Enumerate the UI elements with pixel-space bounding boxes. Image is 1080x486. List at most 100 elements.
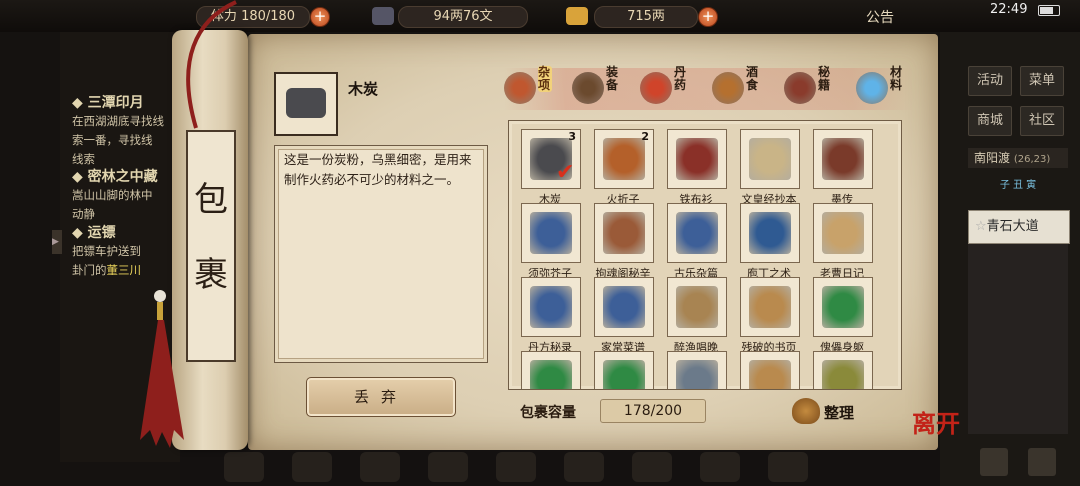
tab-label: 秘籍 (818, 65, 831, 92)
item-icon (822, 286, 864, 328)
item-icon (822, 360, 864, 389)
item-icon (603, 286, 645, 328)
location-coords: (26,23) (1013, 154, 1051, 165)
tab-5[interactable]: 材料 (856, 66, 920, 110)
tab-label: 丹药 (674, 65, 687, 92)
inventory-slot[interactable]: 2 (594, 129, 654, 189)
item-icon (822, 212, 864, 254)
inventory-slot[interactable] (594, 277, 654, 337)
shop-button[interactable]: 商城 (968, 106, 1012, 136)
category-icon (572, 72, 604, 104)
item-count: 3 (568, 130, 576, 143)
category-icon (856, 72, 888, 104)
charcoal-icon (286, 88, 326, 118)
activity-button[interactable]: 活动 (968, 66, 1012, 96)
menu-icon[interactable] (292, 452, 332, 482)
menu-icon[interactable] (768, 452, 808, 482)
item-icon (530, 360, 572, 389)
menu-icon[interactable] (428, 452, 468, 482)
inventory-slot[interactable] (813, 203, 873, 263)
category-icon (504, 72, 536, 104)
inventory-slot[interactable] (813, 277, 873, 337)
menu-button[interactable]: 菜单 (1020, 66, 1064, 96)
menu-icon[interactable] (224, 452, 264, 482)
tab-2[interactable]: 丹药 (640, 66, 704, 110)
item-count: 2 (641, 130, 649, 143)
item-icon (530, 286, 572, 328)
inventory-slot[interactable] (740, 129, 800, 189)
menu-icon[interactable] (496, 452, 536, 482)
add-gold-button[interactable]: + (698, 7, 718, 27)
inventory-slot[interactable] (521, 277, 581, 337)
item-icon (603, 138, 645, 180)
inventory-slot[interactable]: 3 ✔ (521, 129, 581, 189)
quest-panel-toggle[interactable]: ▶ (52, 230, 62, 254)
cord-icon (186, 0, 237, 129)
tab-label: 装备 (606, 65, 619, 92)
quest-title: ◆ 三潭印月 (72, 95, 144, 111)
inventory-slot[interactable] (521, 203, 581, 263)
item-icon (822, 138, 864, 180)
inventory-slot[interactable] (740, 351, 800, 389)
quest-item[interactable]: ◆ 运镖 把镖车护送到 卦门的董三川 (72, 222, 182, 280)
item-icon (749, 286, 791, 328)
inventory-slot[interactable] (594, 351, 654, 389)
quest-title: ◆ 运镖 (72, 225, 116, 241)
clock: 22:49 (990, 2, 1028, 17)
scroll-title-panel: 包 裹 (186, 130, 236, 362)
discard-button[interactable]: 丢弃 (306, 377, 456, 417)
item-icon (676, 138, 718, 180)
inventory-slot[interactable] (813, 351, 873, 389)
inventory-slot[interactable] (667, 351, 727, 389)
settings-icon[interactable] (1028, 448, 1056, 476)
community-button[interactable]: 社区 (1020, 106, 1064, 136)
item-icon (676, 212, 718, 254)
time-marker: 子 丑 寅 (999, 180, 1037, 191)
silver-value: 94两76文 (398, 6, 528, 28)
quest-desc: 把镖车护送到 卦门的董三川 (72, 244, 141, 277)
chat-icon[interactable] (980, 448, 1008, 476)
inventory-slot[interactable] (667, 203, 727, 263)
inventory-slot[interactable] (813, 129, 873, 189)
category-icon (712, 72, 744, 104)
gold-value: 715两 (594, 6, 698, 28)
inventory-slot[interactable] (740, 277, 800, 337)
menu-icon[interactable] (564, 452, 604, 482)
quest-item[interactable]: ◆ 三潭印月 在西湖湖底寻找线 索一番，寻找线 线索 (72, 92, 182, 169)
inventory-slot[interactable] (667, 129, 727, 189)
sort-button[interactable]: 整理 (824, 402, 854, 423)
game-logo: 离开 (912, 409, 960, 438)
tab-label: 杂项 (538, 65, 552, 92)
tab-0[interactable]: 杂项 (504, 66, 568, 110)
bag-icon[interactable] (792, 398, 820, 424)
quest-item[interactable]: ◆ 密林之中藏 嵩山山脚的林中 动静 (72, 166, 182, 224)
item-icon (749, 360, 791, 389)
category-icon (784, 72, 816, 104)
inventory-slot[interactable] (740, 203, 800, 263)
inventory-slot[interactable] (521, 351, 581, 389)
road-button[interactable]: ☆青石大道 (968, 210, 1070, 244)
road-icon: ☆ (975, 219, 987, 234)
battery-icon (1038, 5, 1060, 16)
tab-3[interactable]: 酒食 (712, 66, 776, 110)
item-icon (530, 212, 572, 254)
inventory-slot[interactable] (667, 277, 727, 337)
menu-icon[interactable] (632, 452, 672, 482)
notice-button[interactable]: 公告 (866, 7, 894, 27)
item-icon (603, 212, 645, 254)
inventory-slot[interactable] (594, 203, 654, 263)
add-stamina-button[interactable]: + (310, 7, 330, 27)
top-status-bar (0, 0, 1080, 32)
tab-1[interactable]: 装备 (572, 66, 636, 110)
item-icon (603, 360, 645, 389)
selected-item-name: 木炭 (348, 80, 379, 98)
tab-label: 酒食 (746, 65, 759, 92)
menu-icon[interactable] (700, 452, 740, 482)
item-description: 这是一份炭粉，乌黑细密，是用来制作火药必不可少的材料之一。 (284, 152, 472, 187)
tab-4[interactable]: 秘籍 (784, 66, 848, 110)
quest-desc: 在西湖湖底寻找线 索一番，寻找线 线索 (72, 114, 164, 166)
capacity-label: 包裹容量 (520, 405, 576, 421)
selected-item-icon-frame (274, 72, 338, 136)
menu-icon[interactable] (360, 452, 400, 482)
quest-desc: 嵩山山脚的林中 动静 (72, 188, 153, 221)
